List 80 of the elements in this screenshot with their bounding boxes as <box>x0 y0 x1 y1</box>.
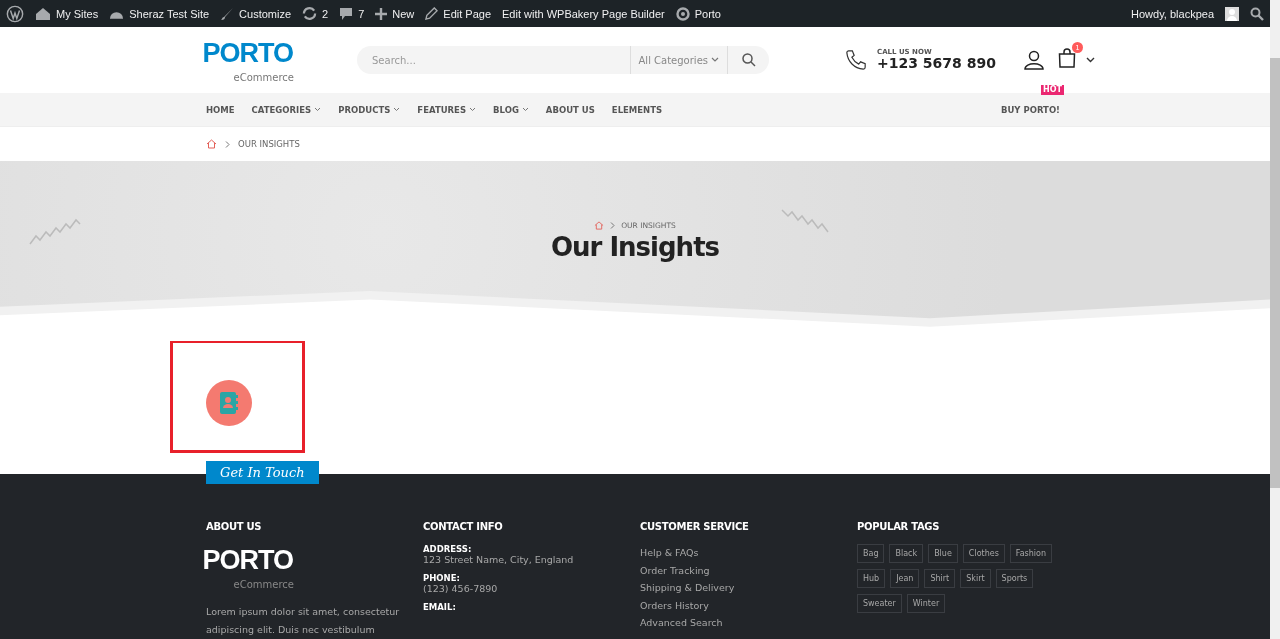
about-text: Lorem ipsum dolor sit amet, consectetur adipiscing elit. Duis nec vestibulum <box>206 605 401 637</box>
column-heading: CONTACT INFO <box>423 521 504 533</box>
comment-icon <box>339 6 354 21</box>
avatar-icon <box>1225 6 1239 21</box>
tag-link[interactable]: Fashion <box>1009 544 1053 564</box>
nav-link[interactable]: ELEMENTS <box>611 104 663 115</box>
admin-bar-link[interactable]: 2 <box>302 6 329 22</box>
search-icon <box>741 53 756 68</box>
chevron-down-icon <box>521 107 529 112</box>
tag-link[interactable]: Shirt <box>924 569 956 589</box>
tag-link[interactable]: Winter <box>906 594 946 614</box>
tag-link[interactable]: Hub <box>857 569 886 589</box>
contact-label: ADDRESS: <box>423 544 473 555</box>
search-icon[interactable] <box>1250 6 1264 21</box>
admin-bar-link[interactable]: 7 <box>339 6 365 21</box>
tag-link[interactable]: Black <box>889 544 924 564</box>
admin-bar-link[interactable]: New <box>375 7 415 20</box>
chevron-down-icon <box>314 107 322 112</box>
page-title: Our Insights <box>550 232 720 263</box>
refresh-icon <box>302 6 318 22</box>
breadcrumb-current: OUR INSIGHTS <box>238 139 300 150</box>
nav-link[interactable]: ABOUT US <box>545 104 595 115</box>
nav-link[interactable]: FEATURES <box>417 104 477 115</box>
contact-value: 123 Street Name, City, England <box>423 554 575 566</box>
get-in-touch-tab[interactable]: Get In Touch <box>206 461 319 485</box>
nav-link[interactable]: BLOG <box>493 104 529 115</box>
pencil-icon <box>425 7 439 21</box>
tag-link[interactable]: Blue <box>928 544 958 564</box>
admin-bar-link[interactable]: Porto <box>675 6 721 21</box>
home-icon[interactable] <box>206 139 217 150</box>
contact-book-icon <box>206 380 252 427</box>
column-heading: CUSTOMER SERVICE <box>640 521 750 533</box>
tag-link[interactable]: Skirt <box>960 569 991 589</box>
search-button[interactable] <box>727 46 769 75</box>
nav-link[interactable]: PRODUCTS <box>338 104 401 115</box>
tag-link[interactable]: Clothes <box>962 544 1005 564</box>
footer-link[interactable]: Help & FAQs <box>640 544 857 562</box>
footer-link[interactable]: Order Tracking <box>640 561 857 580</box>
phone-icon <box>845 49 867 72</box>
chevron-down-icon <box>469 107 477 112</box>
footer-link[interactable]: Advanced Search <box>640 614 857 632</box>
admin-bar-link[interactable] <box>6 4 24 23</box>
contact-label: PHONE: <box>423 573 461 584</box>
account-link[interactable]: Howdy, blackpea <box>1131 7 1214 20</box>
porto-logo[interactable]: PORTO eCommerce <box>206 544 296 591</box>
contact-value: (123) 456-7890 <box>423 583 499 595</box>
nav-link[interactable]: BUY PORTO! <box>1001 104 1060 115</box>
column-heading: POPULAR TAGS <box>857 521 941 533</box>
nav-link[interactable]: CATEGORIES <box>251 104 322 115</box>
wordpress-logo-icon <box>6 4 24 23</box>
scrollbar-thumb[interactable] <box>1270 58 1280 488</box>
admin-bar-link[interactable]: Edit with WPBakery Page Builder <box>502 7 665 20</box>
footer-link[interactable]: Orders History <box>640 596 857 615</box>
admin-bar-link[interactable]: Edit Page <box>425 7 492 21</box>
phone-number: +123 5678 890 <box>877 56 996 72</box>
nav-link[interactable]: HOME <box>206 104 235 115</box>
houses-icon <box>35 6 51 21</box>
search-field[interactable]: Search... <box>357 46 630 75</box>
user-icon[interactable] <box>1023 50 1044 71</box>
tag-link[interactable]: Sports <box>995 569 1034 589</box>
hot-badge: HOT <box>1041 84 1064 95</box>
chevron-down-icon <box>393 107 401 112</box>
chevron-down-icon[interactable] <box>1085 57 1095 64</box>
contact-label: EMAIL: <box>423 602 457 613</box>
shopping-bag-icon[interactable] <box>1057 48 1076 69</box>
chevron-down-icon <box>711 57 719 64</box>
porto-logo[interactable]: PORTO eCommerce <box>206 36 296 84</box>
admin-bar-link[interactable]: Customize <box>220 6 292 21</box>
column-heading: ABOUT US <box>206 521 263 533</box>
scrollbar[interactable] <box>1270 0 1280 639</box>
circle-icon <box>675 6 690 21</box>
admin-bar-link[interactable]: My Sites <box>35 6 99 21</box>
tag-link[interactable]: Bag <box>857 544 885 564</box>
admin-bar-link[interactable]: Sheraz Test Site <box>109 6 210 21</box>
plus-icon <box>375 7 388 20</box>
chevron-right-icon <box>610 222 616 230</box>
tag-link[interactable]: Sweater <box>857 594 902 614</box>
chevron-right-icon <box>225 140 230 148</box>
footer-link[interactable]: Shipping & Delivery <box>640 579 857 597</box>
tag-link[interactable]: Jean <box>890 569 920 589</box>
